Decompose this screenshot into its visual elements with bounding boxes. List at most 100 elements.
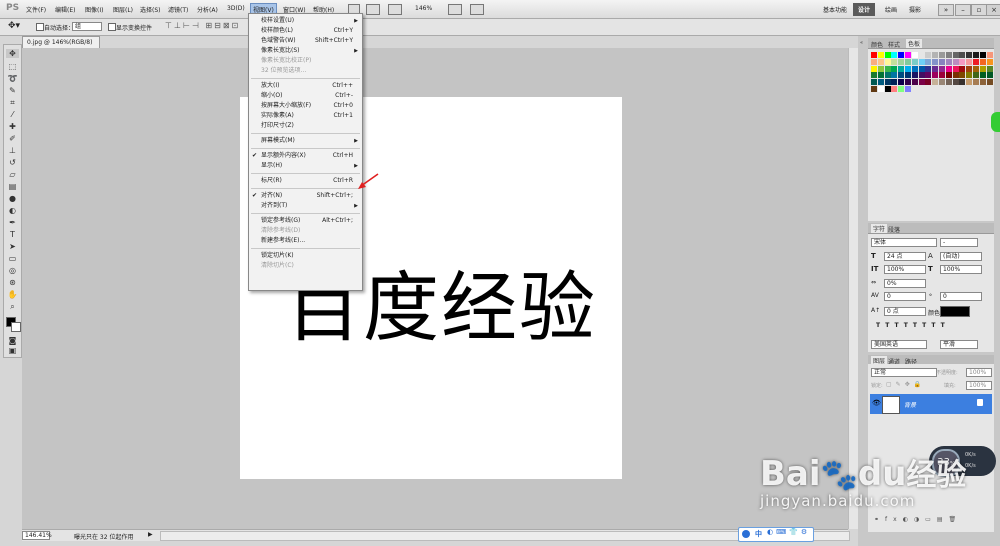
dodge-tool-icon[interactable]: ◐ [6,206,19,215]
color-swatch[interactable] [939,58,945,65]
view-menu-item[interactable]: 实际像素(A) Ctrl+1 [249,111,362,121]
type-tool-icon[interactable]: T [6,230,19,239]
color-swatch[interactable] [905,72,911,79]
workspace-design[interactable]: 设计 [853,3,876,16]
color-swatch[interactable] [871,79,877,86]
color-swatch[interactable] [979,65,986,72]
color-swatch[interactable] [945,79,952,86]
restore-icon[interactable]: ▫ [971,4,987,16]
workspace-photography[interactable]: 摄影 [904,3,926,16]
color-swatch[interactable] [959,65,966,72]
color-swatch[interactable] [925,65,932,72]
status-menu-icon[interactable]: ▶ [148,531,153,538]
ime-mode-label[interactable]: 中 [755,529,762,539]
move-tool-icon[interactable]: ✥ [6,49,19,58]
color-swatch[interactable] [925,52,932,58]
color-swatch[interactable] [891,72,898,79]
color-swatch[interactable] [877,65,884,72]
view-menu-item[interactable]: 屏幕模式(M) ▶ [249,136,362,146]
color-swatch[interactable] [911,79,918,86]
color-swatch[interactable] [952,72,959,79]
view-menu-item[interactable]: 对齐到(T) ▶ [249,201,362,211]
color-swatch[interactable] [973,79,979,86]
zoom-level-display[interactable]: 146% [415,5,432,12]
align-buttons-icon[interactable]: ⊤⊥⊢⊣ ⊞⊟⊠⊡ [165,21,240,30]
transform-controls-checkbox[interactable] [108,23,116,31]
color-swatch[interactable] [952,79,959,86]
color-swatch[interactable] [939,79,945,86]
color-swatch[interactable] [905,86,911,92]
zoom-tool-icon[interactable]: ⌕ [6,302,19,311]
color-swatch[interactable] [966,72,973,79]
color-swatch[interactable] [966,58,973,65]
color-swatch[interactable] [979,79,986,86]
view-menu-item[interactable]: 锁定参考线(G) Alt+Ctrl+; [249,216,362,226]
color-swatch[interactable] [959,52,966,58]
color-swatch[interactable] [884,65,891,72]
blend-mode-dropdown[interactable]: 正常 [871,368,937,377]
color-swatch[interactable] [898,65,905,72]
workspace-essentials[interactable]: 基本功能 [818,3,852,16]
minimize-icon[interactable]: – [955,4,971,16]
menu-layer[interactable]: 图层(L) [113,5,133,14]
color-swatch[interactable] [973,65,979,72]
color-swatch[interactable] [905,52,911,58]
color-swatch[interactable] [932,72,939,79]
tab-swatches[interactable]: 色板 [906,39,923,48]
color-swatch[interactable] [973,72,979,79]
color-swatch[interactable] [898,52,905,58]
menu-analysis[interactable]: 分析(A) [197,5,218,14]
tab-color[interactable]: 颜色 [871,40,883,49]
color-swatch[interactable] [905,65,911,72]
color-swatch[interactable] [939,52,945,58]
font-family-dropdown[interactable]: 宋体 [871,238,937,247]
view-menu-item[interactable]: 标尺(R) Ctrl+R [249,176,362,186]
color-swatch[interactable] [932,52,939,58]
panel-collapse-icon[interactable]: « [860,40,866,46]
color-swatch[interactable] [898,86,905,92]
color-swatch[interactable] [918,52,925,58]
color-swatch[interactable] [884,86,891,92]
color-swatch[interactable] [966,65,973,72]
eyedropper-tool-icon[interactable]: ⁄ [6,110,19,119]
visibility-eye-icon[interactable]: 👁 [872,399,881,407]
color-swatch[interactable] [891,52,898,58]
view-menu-item[interactable]: 校样颜色(L) Ctrl+Y [249,26,362,36]
color-swatch[interactable] [939,72,945,79]
view-menu-item[interactable]: ✔ 显示额外内容(X) Ctrl+H [249,151,362,161]
gradient-tool-icon[interactable]: ▤ [6,182,19,191]
color-swatch[interactable] [884,79,891,86]
color-swatch[interactable] [884,52,891,58]
close-icon[interactable]: × [986,4,1000,16]
view-menu-item[interactable]: 新建参考线(E)... [249,236,362,246]
eraser-tool-icon[interactable]: ▱ [6,170,19,179]
font-style-dropdown[interactable]: - [940,238,978,247]
color-swatch[interactable] [986,52,993,58]
color-swatch[interactable] [911,65,918,72]
spacing-field[interactable]: 0 [940,292,982,301]
color-swatch[interactable] [932,58,939,65]
color-swatch[interactable] [986,72,993,79]
color-swatch[interactable] [945,72,952,79]
3d-orbit-tool-icon[interactable]: ⊛ [6,278,19,287]
menu-select[interactable]: 选择(S) [140,5,161,14]
leading-field[interactable]: (自动) [940,252,982,261]
color-swatch[interactable] [871,86,877,92]
color-swatch[interactable] [918,58,925,65]
color-swatch[interactable] [877,86,884,92]
color-swatch[interactable] [932,65,939,72]
language-dropdown[interactable]: 美国英语 [871,340,927,349]
lasso-tool-icon[interactable]: ➰ [6,74,19,83]
color-swatch[interactable] [918,65,925,72]
zoom-field[interactable]: 146.41% [22,531,52,540]
color-swatch[interactable] [891,86,898,92]
screen-mode-tool-icon[interactable]: ▣ [6,346,19,355]
minibridge-icon[interactable] [366,4,380,15]
color-swatch[interactable] [925,58,932,65]
color-swatch[interactable] [945,58,952,65]
move-tool-icon[interactable]: ✥▾ [8,21,20,31]
color-swatch[interactable] [952,52,959,58]
color-swatch[interactable] [945,65,952,72]
color-swatch[interactable] [952,58,959,65]
background-color-swatch[interactable] [11,322,21,332]
